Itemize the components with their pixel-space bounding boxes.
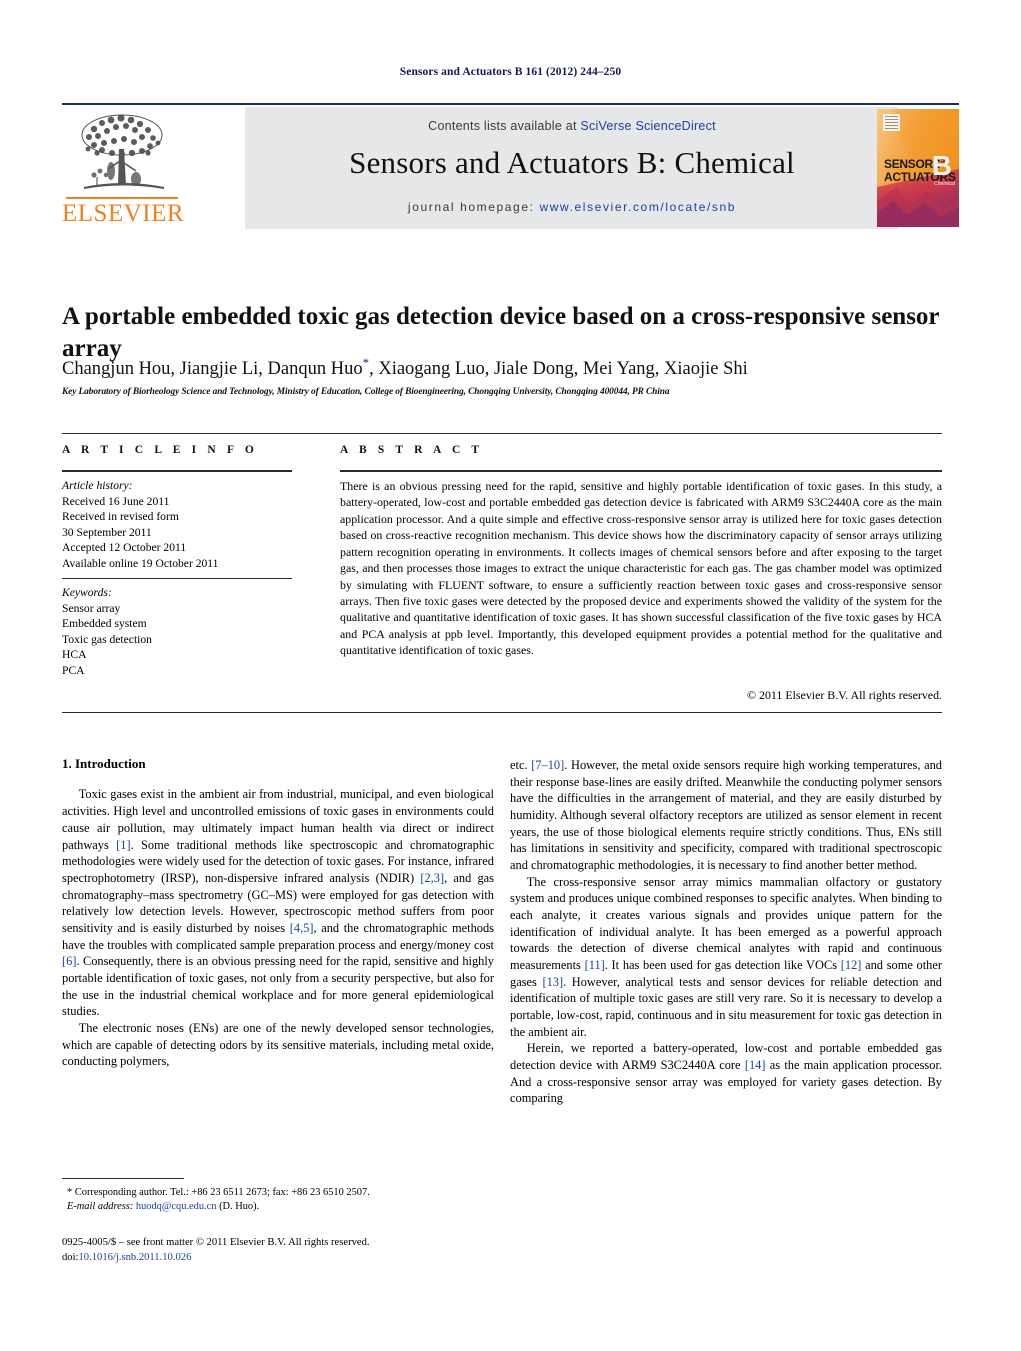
contents-prefix: Contents lists available at <box>428 119 581 133</box>
footnote-text: Corresponding author. Tel.: +86 23 6511 … <box>74 1187 370 1198</box>
article-history-item: Received 16 June 2011 <box>62 494 170 508</box>
citation-ref[interactable]: [4,5] <box>290 921 314 935</box>
keyword-item: HCA <box>62 648 87 662</box>
homepage-url-link[interactable]: www.elsevier.com/locate/snb <box>539 200 736 214</box>
keyword-item: Sensor array <box>62 601 121 615</box>
email-link[interactable]: huodq@cqu.edu.cn <box>136 1201 217 1212</box>
citation-ref[interactable]: [1] <box>116 838 130 852</box>
paragraph-text: . However, the metal oxide sensors requi… <box>510 758 942 873</box>
article-history: Article history: Received 16 June 2011 R… <box>62 478 302 571</box>
header-top-rule <box>62 103 959 105</box>
article-info-label: A R T I C L E I N F O <box>62 444 258 456</box>
keywords-separator-rule <box>62 578 292 579</box>
abstract-text: There is an obvious pressing need for th… <box>340 479 942 658</box>
paper-page: Sensors and Actuators B 161 (2012) 244–2… <box>0 0 1021 1351</box>
footnote-block: * Corresponding author. Tel.: +86 23 651… <box>62 1186 494 1214</box>
paragraph: Herein, we reported a battery-operated, … <box>510 1040 942 1107</box>
elsevier-wordmark: ELSEVIER <box>62 200 185 227</box>
cover-series-letter: B <box>931 150 952 181</box>
keywords-block: Keywords: Sensor array Embedded system T… <box>62 585 302 678</box>
paragraph-text: . It has been used for gas detection lik… <box>604 958 841 973</box>
article-history-item: 30 September 2011 <box>62 525 152 539</box>
article-info-underline <box>62 470 292 472</box>
homepage-prefix: journal homepage: <box>407 200 540 214</box>
running-head: Sensors and Actuators B 161 (2012) 244–2… <box>399 66 622 78</box>
elsevier-logo: ELSEVIER <box>62 109 185 227</box>
email-label: E-mail address: <box>67 1201 134 1213</box>
affiliation: Key Laboratory of Biorheology Science an… <box>62 387 670 397</box>
keywords-title: Keywords: <box>62 586 112 599</box>
author-list: Changjun Hou, Jiangjie Li, Danqun Huo*, … <box>62 355 942 380</box>
cover-series-subtitle: Chemical <box>934 181 955 187</box>
paragraph: The cross-responsive sensor array mimics… <box>510 874 942 1041</box>
email-owner: (D. Huo). <box>219 1201 260 1213</box>
keyword-item: Embedded system <box>62 617 147 631</box>
paragraph-text: . However, analytical tests and sensor d… <box>510 974 942 1039</box>
paragraph-text: etc. <box>510 758 532 772</box>
journal-homepage-line: journal homepage: www.elsevier.com/locat… <box>245 200 899 214</box>
corresponding-author-note: * Corresponding author. Tel.: +86 23 651… <box>62 1186 494 1200</box>
doi-link[interactable]: 10.1016/j.snb.2011.10.026 <box>78 1252 191 1263</box>
doi-line: doi:10.1016/j.snb.2011.10.026 <box>62 1251 532 1266</box>
keyword-item: PCA <box>62 663 85 677</box>
abstract-copyright: © 2011 Elsevier B.V. All rights reserved… <box>747 688 942 702</box>
abstract-box-top-rule <box>62 433 942 434</box>
article-history-item: Accepted 12 October 2011 <box>62 541 187 555</box>
body-column-right: etc. [7–10]. However, the metal oxide se… <box>510 757 942 1107</box>
imprint-block: 0925-4005/$ – see front matter © 2011 El… <box>62 1236 532 1265</box>
citation-ref[interactable]: [2,3] <box>420 871 444 885</box>
citation-ref[interactable]: [12] <box>841 958 862 972</box>
abstract-label: A B S T R A C T <box>340 444 484 456</box>
article-history-title: Article history: <box>62 479 133 492</box>
paragraph: The electronic noses (ENs) are one of th… <box>62 1020 494 1069</box>
paragraph: Toxic gases exist in the ambient air fro… <box>62 786 494 1019</box>
sciencedirect-link[interactable]: SciVerse ScienceDirect <box>580 119 715 133</box>
citation-ref[interactable]: [14] <box>745 1058 766 1072</box>
keyword-item: Toxic gas detection <box>62 632 152 646</box>
doi-label: doi: <box>62 1251 79 1263</box>
article-history-item: Received in revised form <box>62 510 179 524</box>
section-heading-introduction: 1. Introduction <box>62 756 146 771</box>
article-history-item: Available online 19 October 2011 <box>62 556 219 570</box>
body-column-left: 1. Introduction Toxic gases exist in the… <box>62 755 494 1070</box>
citation-ref[interactable]: [13] <box>542 975 563 989</box>
issn-copyright-line: 0925-4005/$ – see front matter © 2011 El… <box>62 1237 370 1248</box>
paragraph: etc. [7–10]. However, the metal oxide se… <box>510 757 942 874</box>
contents-available-line: Contents lists available at SciVerse Sci… <box>245 119 899 133</box>
abstract-box-bottom-rule <box>62 712 942 713</box>
journal-title: Sensors and Actuators B: Chemical <box>349 145 795 180</box>
cover-publisher-logo-icon <box>883 114 900 131</box>
footnote-marker: * <box>67 1187 73 1198</box>
citation-ref[interactable]: [11] <box>585 958 605 972</box>
footnote-separator-rule <box>62 1178 184 1179</box>
paragraph-text: . Consequently, there is an obvious pres… <box>62 954 494 1019</box>
authors-after-marker: , Xiaogang Luo, Jiale Dong, Mei Yang, Xi… <box>369 359 748 380</box>
journal-header-band: ELSEVIER Contents lists available at Sci… <box>62 107 959 229</box>
citation-ref[interactable]: [7–10] <box>531 758 564 772</box>
email-note: E-mail address: huodq@cqu.edu.cn (D. Huo… <box>62 1200 494 1214</box>
abstract-underline <box>340 470 942 472</box>
citation-ref[interactable]: [6] <box>62 954 76 968</box>
elsevier-tree-icon <box>81 114 164 189</box>
authors-before-marker: Changjun Hou, Jiangjie Li, Danqun Huo <box>62 359 363 380</box>
journal-cover-thumbnail: SENSORSand ACTUATORS B Chemical <box>877 109 959 227</box>
elsevier-underline <box>66 197 178 199</box>
